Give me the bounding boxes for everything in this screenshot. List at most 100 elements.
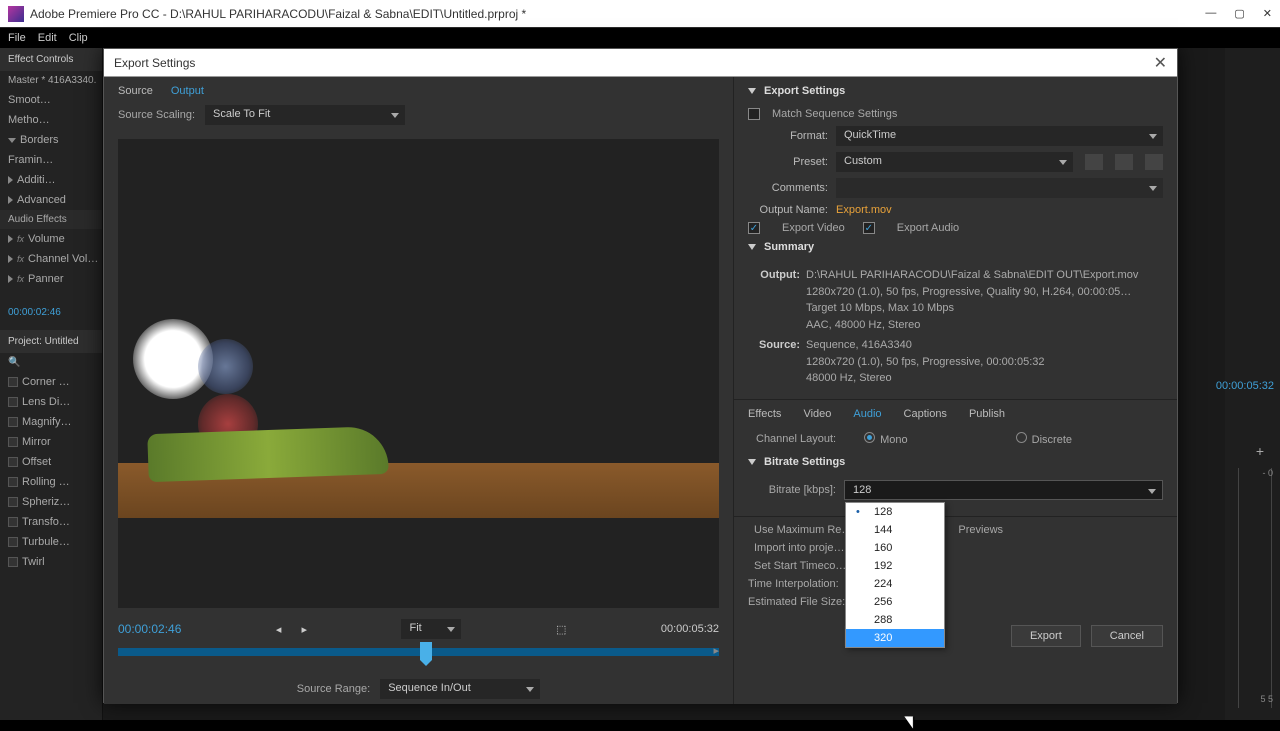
bin-icon [8,377,18,387]
video-preview[interactable] [118,139,719,608]
export-video-checkbox[interactable] [748,222,760,234]
maximize-button[interactable]: ▢ [1234,7,1244,20]
bin-item[interactable]: Mirror [0,432,102,452]
fx-row[interactable]: fxVolume [0,229,102,249]
bin-item[interactable]: Transfo… [0,512,102,532]
tab-video[interactable]: Video [803,408,831,420]
fit-dropdown[interactable]: Fit [401,619,461,639]
bitrate-option[interactable]: 128 [846,503,944,521]
effect-row[interactable]: Additi… [0,170,102,190]
comments-label: Comments: [748,182,828,194]
project-panel-header: Project: Untitled [0,330,102,353]
bitrate-dropdown[interactable]: 128 [844,480,1163,500]
menu-clip[interactable]: Clip [69,32,88,44]
source-scaling-dropdown[interactable]: Scale To Fit [205,105,405,125]
source-output-tabs: Source Output [104,77,733,101]
search-input[interactable]: 🔍 [0,353,102,372]
step-back-button[interactable]: ◂ [276,623,282,636]
effect-row[interactable]: Smoot… [0,90,102,110]
import-preset-button[interactable] [1115,154,1133,170]
bin-item[interactable]: Twirl [0,552,102,572]
fx-row[interactable]: fxPanner [0,269,102,289]
effect-row[interactable]: Framin… [0,150,102,170]
bin-item[interactable]: Magnify… [0,412,102,432]
bin-item[interactable]: Turbule… [0,532,102,552]
bin-icon [8,557,18,567]
tab-publish[interactable]: Publish [969,408,1005,420]
minimize-button[interactable]: — [1205,7,1216,20]
bin-icon [8,497,18,507]
workspace: Effect Controls Master * 416A3340. Smoot… [0,48,1280,720]
aspect-button[interactable]: ⬚ [556,623,566,636]
menu-file[interactable]: File [8,32,26,44]
summary-block: Output:D:\RAHUL PARIHARACODU\Faizal & Sa… [734,261,1177,393]
summary-header[interactable]: Summary [734,237,1177,261]
effect-row[interactable]: Borders [0,130,102,150]
effect-controls-panel: Effect Controls Master * 416A3340. Smoot… [0,48,103,720]
chevron-down-icon [8,138,16,143]
bin-item[interactable]: Spheriz… [0,492,102,512]
add-track-button[interactable]: + [1256,443,1264,459]
preset-dropdown[interactable]: Custom [836,152,1073,172]
preview-bokeh [198,339,253,394]
tab-output[interactable]: Output [171,85,204,97]
comments-input[interactable] [836,178,1163,198]
end-timecode: 00:00:05:32 [661,623,719,635]
bin-item[interactable]: Rolling … [0,472,102,492]
bitrate-option[interactable]: 256 [846,593,944,611]
bin-item[interactable]: Corner … [0,372,102,392]
bitrate-option[interactable]: 144 [846,521,944,539]
bitrate-header[interactable]: Bitrate Settings [734,452,1177,476]
match-sequence-checkbox[interactable] [748,108,760,120]
master-clip-label: Master * 416A3340. [0,71,102,90]
export-settings-dialog: Export Settings ✕ Source Output Source S… [103,48,1178,703]
save-preset-button[interactable] [1085,154,1103,170]
bin-item[interactable]: Lens Di… [0,392,102,412]
dialog-close-button[interactable]: ✕ [1154,53,1167,73]
transport-bar: 00:00:02:46 ◂ ▸ Fit ⬚ 00:00:05:32 [104,614,733,644]
match-sequence-label: Match Sequence Settings [772,108,897,120]
current-timecode[interactable]: 00:00:02:46 [118,622,181,636]
preview-pane: Source Output Source Scaling: Scale To F… [104,77,734,704]
bitrate-option[interactable]: 224 [846,575,944,593]
tab-captions[interactable]: Captions [904,408,947,420]
effect-row[interactable]: Metho… [0,110,102,130]
export-button[interactable]: Export [1011,625,1081,647]
step-forward-button[interactable]: ▸ [301,623,307,636]
chevron-down-icon [748,244,756,250]
output-name-link[interactable]: Export.mov [836,204,892,216]
panel-header: Effect Controls [0,48,102,71]
preset-label: Preset: [748,156,828,168]
fx-row[interactable]: fxChannel Vol… [0,249,102,269]
bin-icon [8,457,18,467]
cancel-button[interactable]: Cancel [1091,625,1163,647]
bitrate-option[interactable]: 288 [846,611,944,629]
bin-item[interactable]: Offset [0,452,102,472]
scrub-bar[interactable]: ◂ ▸ [104,644,733,674]
menu-edit[interactable]: Edit [38,32,57,44]
source-range-dropdown[interactable]: Sequence In/Out [380,679,540,699]
bitrate-option[interactable]: 192 [846,557,944,575]
bin-icon [8,517,18,527]
source-scaling-label: Source Scaling: [118,109,195,121]
discrete-radio[interactable] [1016,432,1027,443]
bitrate-option[interactable]: 160 [846,539,944,557]
mono-radio[interactable] [864,432,875,443]
playhead[interactable] [420,642,432,660]
effect-row[interactable]: Advanced [0,190,102,210]
delete-preset-button[interactable] [1145,154,1163,170]
chevron-down-icon [748,88,756,94]
dialog-titlebar[interactable]: Export Settings ✕ [104,49,1177,77]
tab-effects[interactable]: Effects [748,408,781,420]
export-settings-header[interactable]: Export Settings [734,77,1177,105]
bin-icon [8,417,18,427]
bitrate-option[interactable]: 320 [846,629,944,647]
format-dropdown[interactable]: QuickTime [836,126,1163,146]
channel-layout-label: Channel Layout: [756,433,836,445]
export-audio-checkbox[interactable] [863,222,875,234]
close-button[interactable]: ✕ [1263,7,1272,20]
bin-icon [8,437,18,447]
tab-source[interactable]: Source [118,85,153,97]
tab-audio[interactable]: Audio [853,408,881,420]
format-label: Format: [748,130,828,142]
